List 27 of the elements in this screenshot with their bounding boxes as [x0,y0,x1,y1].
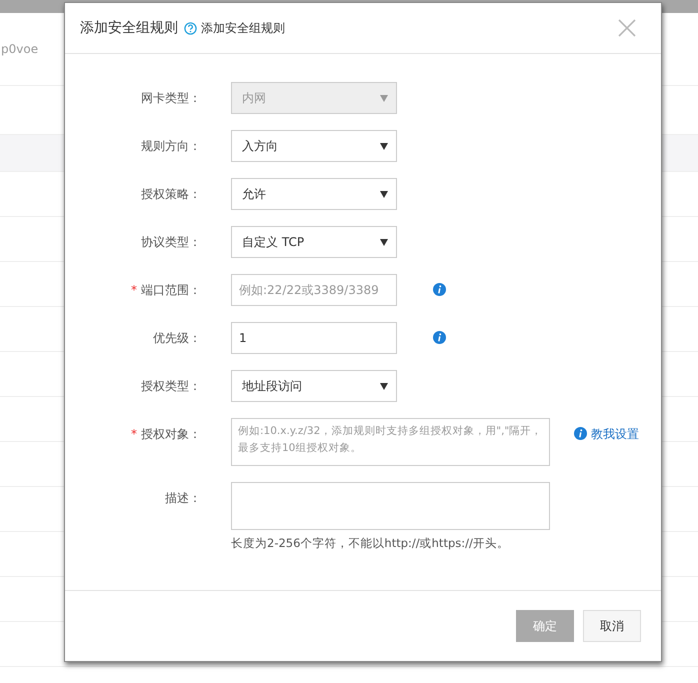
select-field[interactable]: 入方向 [231,130,397,162]
help-link[interactable]: 教我设置 [591,426,639,443]
text-area[interactable] [231,482,550,530]
input-field[interactable]: 1 [231,322,397,354]
field-label: 规则方向： [141,139,201,153]
dialog-title: 添加安全组规则 [80,19,178,37]
field-label: 端口范围： [141,283,201,297]
field-label: 网卡类型： [141,91,201,105]
field-label: 授权策略： [141,187,201,201]
close-icon[interactable] [618,19,636,37]
field-label: 优先级： [153,331,201,345]
help-text: 添加安全组规则 [201,20,285,36]
dialog-button[interactable]: 取消 [583,610,641,642]
field-label: 协议类型： [141,235,201,249]
help-icon [184,22,197,34]
required-mark: * [131,427,137,441]
select-field[interactable]: 允许 [231,178,397,210]
select-field[interactable]: 地址段访问 [231,370,397,402]
required-mark: * [131,283,137,297]
field-label: 描述： [165,491,201,505]
select-field[interactable]: 自定义 TCP [231,226,397,258]
instance-id: p0voe [1,42,38,56]
text-area[interactable]: 例如:10.x.y.z/32，添加规则时支持多组授权对象，用","隔开，最多支持10组授权对象。 [231,418,550,466]
field-label: 授权对象： [141,427,201,441]
field-label: 授权类型： [141,379,201,393]
hint-text: 长度为2-256个字符，不能以http://或https://开头。 [231,536,510,551]
input-field[interactable]: 例如:22/22或3389/3389 [231,274,397,306]
